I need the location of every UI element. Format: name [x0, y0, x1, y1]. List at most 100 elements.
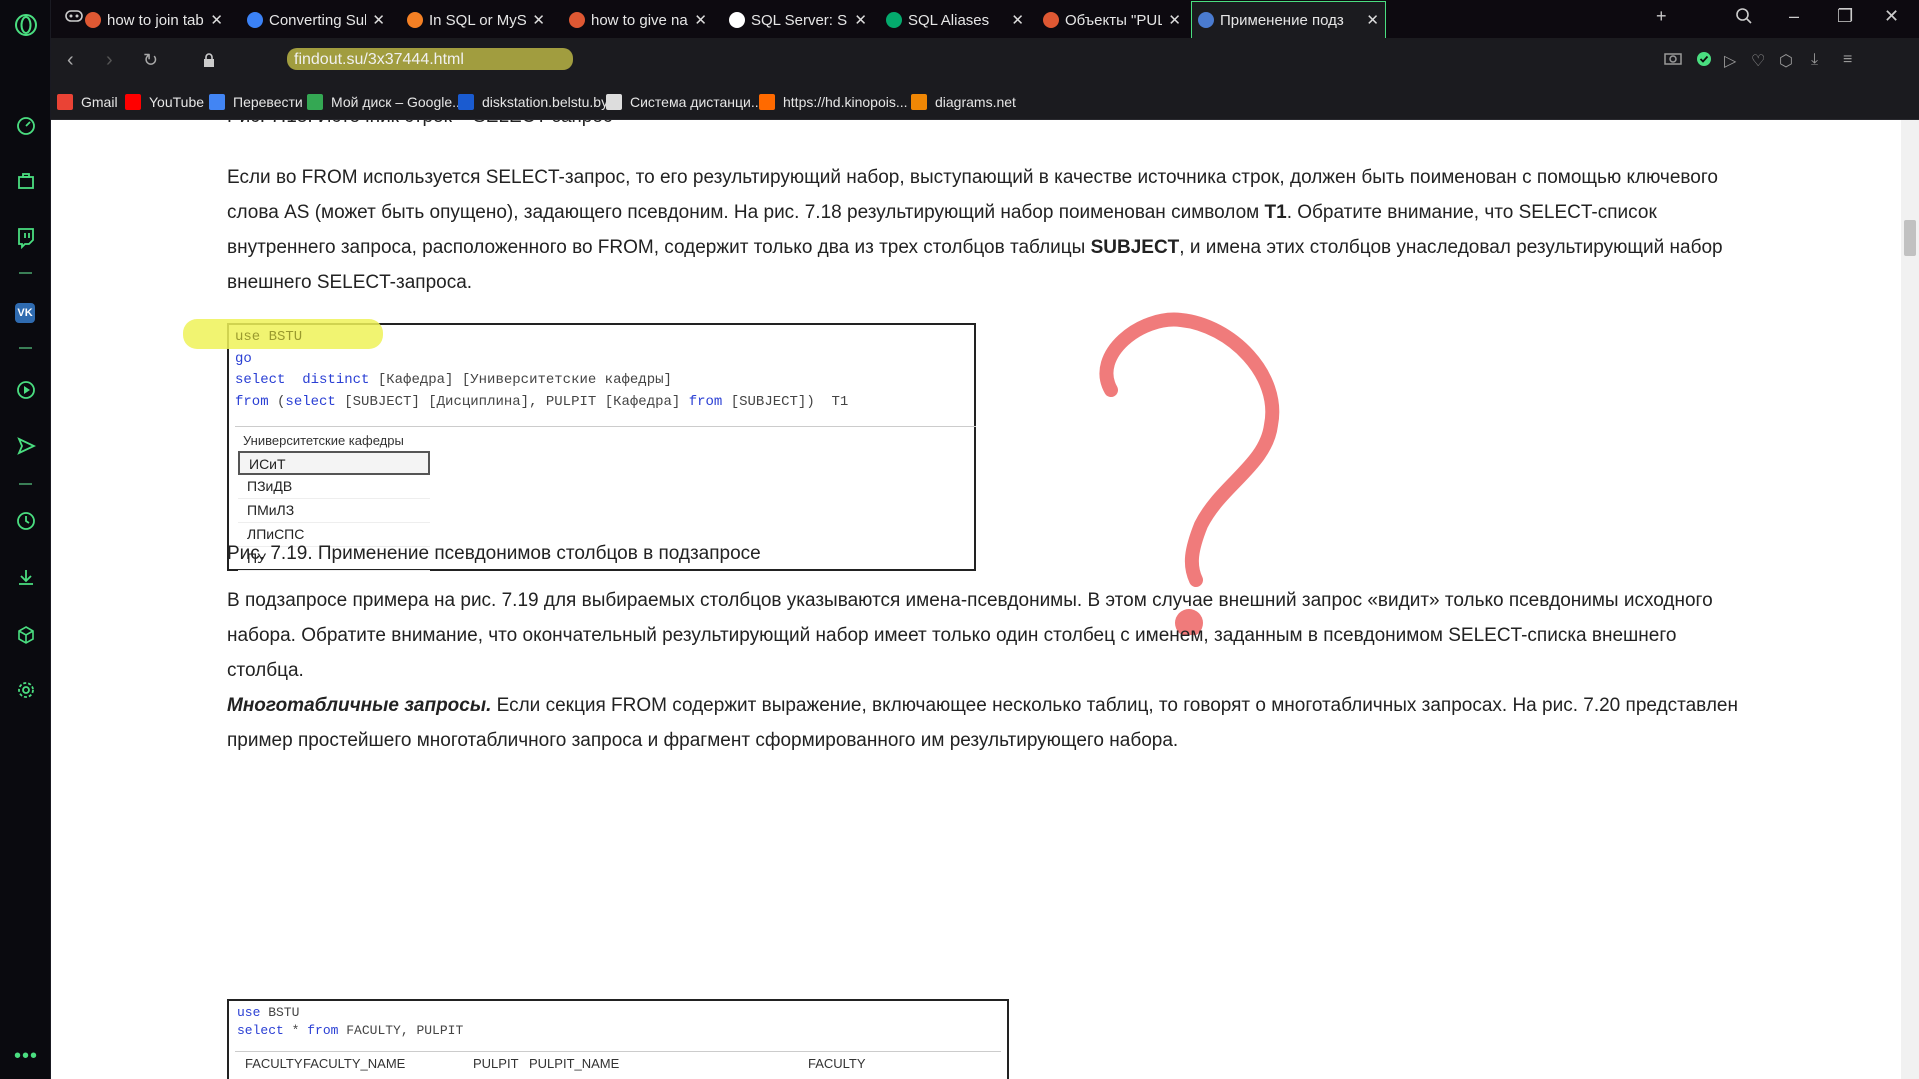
player-icon[interactable] [13, 377, 38, 402]
tab-title: how to give name [591, 11, 688, 29]
code-token: from [688, 393, 723, 410]
browser-tab[interactable]: SQL Aliases ✕ [880, 4, 1030, 36]
browser-tab[interactable]: how to give name ✕ [563, 4, 713, 36]
send-icon[interactable]: ▷ [1724, 51, 1736, 71]
browser-sidebar: VK ••• [0, 0, 51, 1079]
minimize-button[interactable]: – [1789, 6, 1799, 27]
result-grid-header: FACULTY FACULTY_NAME PULPIT PULPIT_NAME … [235, 1051, 1001, 1071]
download-icon[interactable]: ⤓ [1811, 51, 1818, 69]
send-icon[interactable] [13, 433, 38, 458]
bookmark-label: Gmail [81, 94, 118, 110]
forward-button[interactable]: › [106, 49, 113, 72]
dsm-icon [458, 94, 474, 110]
lock-icon [203, 53, 215, 70]
cube-icon[interactable] [13, 622, 38, 647]
previous-caption: Рис. 7.18. Источник строк – SELECT-запро… [227, 120, 612, 128]
diagrams-icon [911, 94, 927, 110]
browser-tab[interactable]: In SQL or MySQL, c ✕ [401, 4, 551, 36]
bookmark-label: YouTube [149, 94, 205, 110]
back-button[interactable]: ‹ [67, 49, 74, 72]
speed-dial-icon[interactable] [13, 113, 38, 138]
scrollbar-thumb[interactable] [1904, 220, 1916, 256]
bookmark-label: diskstation.belstu.by [482, 94, 609, 110]
code-token: ( [268, 393, 286, 410]
figure-7-19-screenshot: use BSTU go select distinct [Кафедра] [У… [183, 319, 976, 571]
column-header: FACULTY [808, 1056, 866, 1071]
tab-title: SQL Server: Subqu [751, 11, 848, 29]
browser-tab[interactable]: SQL Server: Subqu ✕ [723, 4, 873, 36]
close-tab-icon[interactable]: ✕ [210, 11, 223, 29]
code-token: go [235, 350, 252, 367]
findout-icon [1198, 12, 1214, 28]
camera-icon[interactable] [1664, 51, 1682, 70]
close-tab-icon[interactable]: ✕ [532, 11, 545, 29]
code-token: [Кафедра] [Университетские кафедры] [377, 372, 672, 388]
bookmark-item[interactable]: diskstation.belstu.by [458, 94, 608, 110]
column-header: FACULTY_NAME [303, 1056, 406, 1071]
reload-icon[interactable]: ↻ [143, 50, 158, 71]
code-token: select [285, 393, 336, 410]
box-icon[interactable]: ⬡ [1779, 51, 1793, 71]
hd-icon [759, 94, 775, 110]
blue-dot-icon [247, 12, 263, 28]
new-tab-button[interactable]: + [1656, 6, 1667, 27]
result-row: ИСиТ [238, 451, 430, 475]
bookmark-item[interactable]: Система дистанци... [606, 94, 763, 110]
close-window-button[interactable]: ✕ [1884, 6, 1899, 27]
twitch-icon[interactable] [13, 225, 38, 250]
opera-logo-icon[interactable] [13, 12, 38, 37]
column-header: PULPIT [473, 1056, 519, 1071]
duckduckgo-icon [1043, 12, 1059, 28]
close-tab-icon[interactable]: ✕ [372, 11, 385, 29]
close-tab-icon[interactable]: ✕ [1168, 11, 1181, 29]
duckduckgo-icon [569, 12, 585, 28]
browser-tab[interactable]: how to join tables ✕ [79, 4, 229, 36]
bookmark-item[interactable]: YouTube [125, 94, 204, 110]
close-tab-icon[interactable]: ✕ [854, 11, 867, 29]
browser-tab[interactable]: Применение подз ✕ [1191, 1, 1386, 38]
document-icon [606, 94, 622, 110]
shield-check-icon[interactable] [1696, 51, 1712, 72]
sidebar-separator [19, 483, 32, 485]
address-bar: ‹ › ↻ findout.su/3x37444.html ▷ ♡ ⬡ ⤓ ≡ [51, 38, 1919, 87]
tab-title: Применение подз [1220, 11, 1344, 29]
youtube-icon [125, 94, 141, 110]
bookmark-label: Система дистанци... [630, 94, 763, 110]
bookmark-item[interactable]: diagrams.net [911, 94, 1016, 110]
tab-bar: how to join tables✕Converting Subque✕In … [51, 0, 1919, 38]
briefcase-icon[interactable] [13, 168, 38, 193]
restore-button[interactable]: ❐ [1837, 6, 1853, 27]
sql-code-block-2: use BSTU select * from FACULTY, PULPIT [237, 1005, 464, 1038]
menu-lines-icon[interactable]: ≡ [1843, 51, 1852, 69]
url-field[interactable]: findout.su/3x37444.html [294, 51, 464, 69]
result-row: ПМиЛЗ [238, 499, 430, 523]
column-header: FACULTY [245, 1056, 303, 1071]
history-icon[interactable] [13, 508, 38, 533]
gmail-icon [57, 94, 73, 110]
search-tabs-icon[interactable] [1735, 7, 1753, 30]
page-content: Рис. 7.18. Источник строк – SELECT-запро… [51, 120, 1901, 1079]
close-tab-icon[interactable]: ✕ [694, 11, 707, 29]
result-row: ПЗиДВ [238, 475, 430, 499]
vertical-scrollbar[interactable] [1901, 120, 1919, 1079]
heart-icon[interactable]: ♡ [1751, 51, 1765, 71]
bookmark-item[interactable]: Перевести [209, 94, 303, 110]
tab-title: SQL Aliases [908, 11, 990, 29]
close-tab-icon[interactable]: ✕ [1366, 11, 1379, 29]
google-drive-icon [307, 94, 323, 110]
downloads-icon[interactable] [13, 564, 38, 589]
bookmark-item[interactable]: https://hd.kinopois... [759, 94, 908, 110]
paragraph-1: Если во FROM используется SELECT-запрос,… [227, 167, 1723, 293]
close-tab-icon[interactable]: ✕ [1011, 11, 1024, 29]
vk-icon[interactable]: VK [15, 303, 35, 323]
settings-gear-icon[interactable] [13, 677, 38, 702]
bookmark-item[interactable]: Мой диск – Google... [307, 94, 464, 110]
browser-tab[interactable]: Converting Subque ✕ [241, 4, 391, 36]
browser-tab[interactable]: Объекты "PULPIT" ✕ [1037, 4, 1187, 36]
tab-title: Converting Subque [269, 11, 366, 29]
bookmark-item[interactable]: Gmail [57, 94, 118, 110]
stackoverflow-icon [407, 12, 423, 28]
bookmark-label: Мой диск – Google... [331, 94, 464, 110]
sql-code-block: use BSTU go select distinct [Кафедра] [У… [229, 325, 974, 415]
more-options-icon[interactable]: ••• [14, 1045, 38, 1068]
